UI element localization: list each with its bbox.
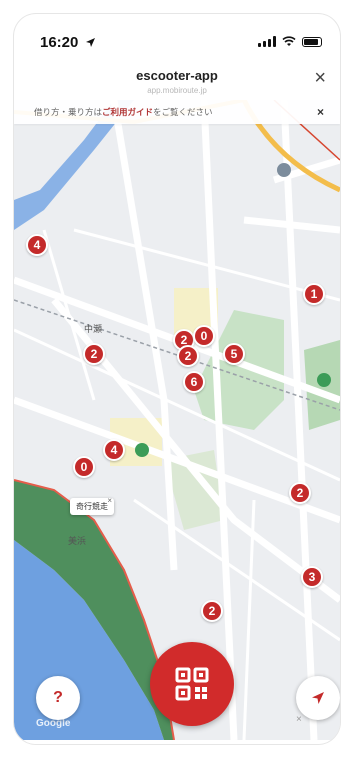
scooter-marker[interactable]: 2 bbox=[177, 345, 199, 367]
notice-suffix: をご覧ください bbox=[153, 107, 213, 117]
time-text: 16:20 bbox=[40, 34, 79, 51]
status-icons bbox=[258, 36, 322, 47]
scooter-marker[interactable]: 4 bbox=[103, 439, 125, 461]
navigate-icon bbox=[312, 692, 324, 704]
qr-scan-button[interactable] bbox=[150, 642, 234, 726]
scooter-marker[interactable]: 0 bbox=[73, 456, 95, 478]
poi-label-chuo: 中瀬 bbox=[84, 324, 103, 334]
bottom-bar bbox=[14, 740, 340, 744]
scooter-marker[interactable]: 0 bbox=[193, 325, 215, 347]
scooter-marker[interactable]: 4 bbox=[26, 234, 48, 256]
app-url: app.mobiroute.jp bbox=[147, 86, 207, 95]
map-tooltip[interactable]: 奇行競走 × bbox=[70, 496, 114, 515]
qr-code-icon bbox=[175, 667, 209, 701]
help-button[interactable]: ? bbox=[36, 676, 80, 720]
scooter-marker[interactable]: 1 bbox=[303, 283, 325, 305]
locate-me-button[interactable] bbox=[296, 676, 340, 720]
usage-guide-link[interactable]: ご利用ガイド bbox=[102, 107, 153, 117]
scooter-marker[interactable]: 2 bbox=[289, 482, 311, 504]
battery-icon bbox=[302, 36, 322, 47]
status-bar: 16:20 bbox=[14, 14, 340, 58]
notice-text: 借り方・乗り方はご利用ガイドをご覧ください bbox=[34, 106, 213, 118]
wifi-icon bbox=[282, 36, 296, 46]
status-time: 16:20 bbox=[40, 34, 96, 51]
signal-icon bbox=[258, 36, 276, 47]
scooter-marker[interactable]: 2 bbox=[201, 600, 223, 622]
app-title: escooter-app bbox=[136, 68, 218, 83]
scooter-marker[interactable]: 5 bbox=[223, 343, 245, 365]
tooltip-text: 奇行競走 bbox=[76, 502, 108, 511]
phone-frame: 16:20 escooter-app app.mobiroute.jp × 借り… bbox=[14, 14, 340, 744]
poi-label-mihama: 美浜 bbox=[68, 536, 87, 546]
scooter-marker[interactable]: 2 bbox=[83, 343, 105, 365]
ad-close-button[interactable]: × bbox=[296, 714, 302, 725]
close-button[interactable]: × bbox=[314, 68, 326, 88]
location-arrow-icon bbox=[85, 38, 95, 47]
notice-close-button[interactable]: × bbox=[317, 105, 324, 119]
tooltip-close-icon[interactable]: × bbox=[107, 496, 112, 505]
scooter-marker[interactable]: 6 bbox=[183, 371, 205, 393]
guide-notice-banner: 借り方・乗り方はご利用ガイドをご覧ください × bbox=[14, 100, 340, 124]
scooter-marker[interactable]: 3 bbox=[301, 566, 323, 588]
notice-prefix: 借り方・乗り方は bbox=[34, 107, 103, 117]
